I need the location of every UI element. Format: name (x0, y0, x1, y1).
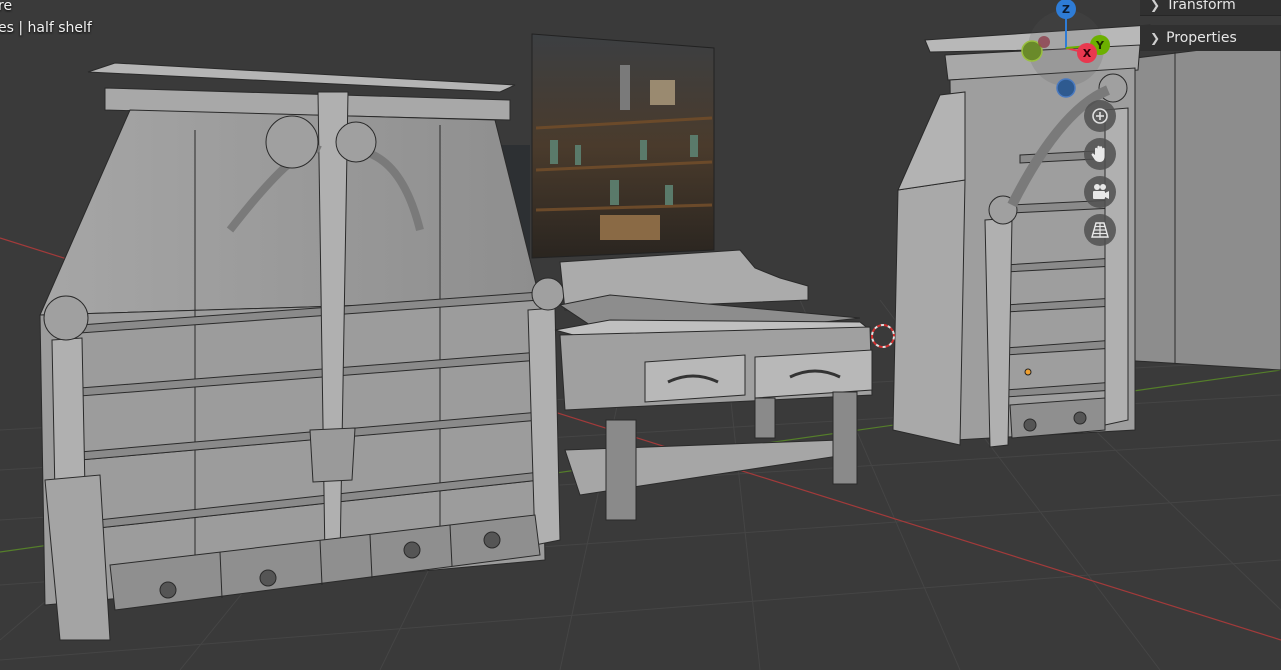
chevron-right-icon: ❯ (1150, 0, 1161, 12)
zoom-icon (1092, 108, 1108, 124)
camera-icon (1093, 184, 1109, 199)
object-origin-dot (1024, 368, 1032, 376)
viewport-object-info: es | half shelf (0, 20, 92, 36)
desk-model (554, 249, 873, 521)
pan-hand-icon (1091, 145, 1105, 162)
camera-view-button[interactable] (1084, 176, 1116, 208)
3d-cursor (871, 324, 895, 348)
viewport-scene: Z Y X (0, 0, 1281, 670)
gizmo-y-label: Y (1095, 39, 1105, 52)
large-shelf-model (39, 62, 565, 641)
gizmo-z-label: Z (1062, 3, 1070, 16)
properties-panel-header[interactable]: ❯ Properties (1140, 25, 1281, 51)
perspective-toggle-button[interactable] (1084, 214, 1116, 246)
viewport-header-text: re (0, 0, 13, 14)
transform-panel-label: Transform (1166, 0, 1236, 13)
perspective-grid-icon (1091, 222, 1109, 238)
transform-panel-header[interactable]: ❯ Transform (1140, 0, 1281, 16)
reference-image (531, 33, 715, 259)
gizmo-x-label: X (1083, 47, 1092, 60)
chevron-right-icon: ❯ (1150, 31, 1161, 45)
3d-viewport[interactable]: Z Y X re es | half shelf ❯ Transform ❯ P… (0, 0, 1281, 670)
wall-panel (1119, 39, 1281, 371)
pan-button[interactable] (1084, 138, 1116, 170)
zoom-button[interactable] (1084, 100, 1116, 132)
properties-panel-label: Properties (1166, 30, 1237, 46)
